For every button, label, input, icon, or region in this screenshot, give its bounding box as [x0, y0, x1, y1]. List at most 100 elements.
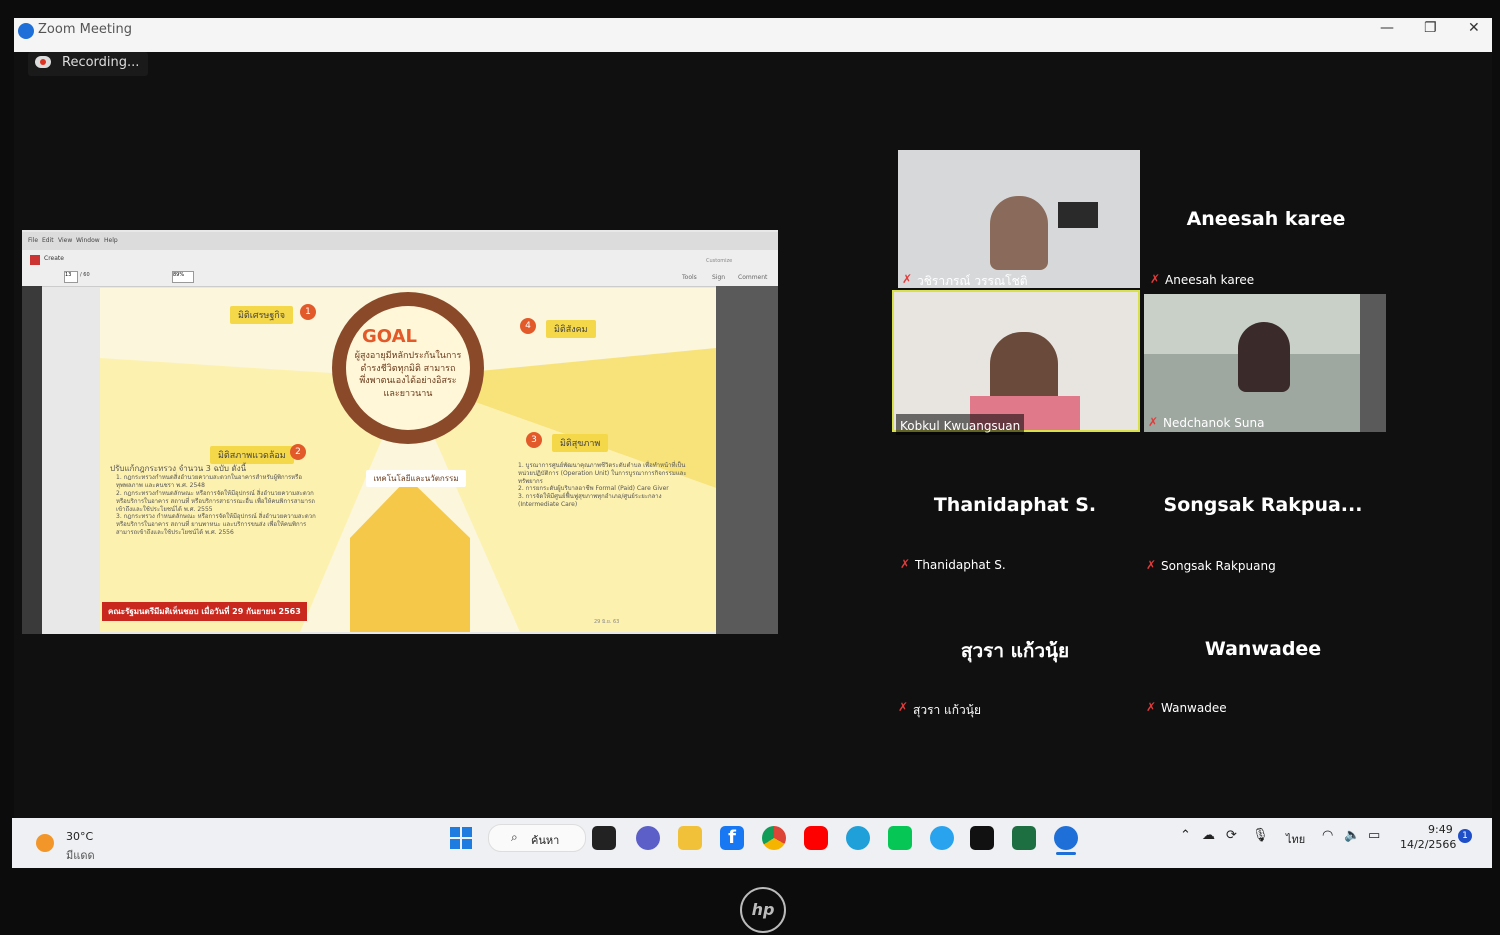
recording-label: Recording... — [62, 55, 140, 70]
window-title: Zoom Meeting — [38, 22, 133, 37]
pdf-toolbar: Create 13 / 60 89% Customize Tools Sign … — [22, 250, 778, 287]
menu-window[interactable]: Window — [76, 237, 100, 244]
webex-icon[interactable] — [970, 826, 994, 850]
mic-muted-icon: ✗ — [1146, 700, 1157, 714]
tab-comment[interactable]: Comment — [738, 274, 767, 281]
mic-muted-icon: ✗ — [898, 700, 909, 714]
hp-logo: hp — [740, 887, 786, 933]
edge-icon[interactable] — [846, 826, 870, 850]
language-indicator[interactable]: ไทย — [1286, 830, 1305, 848]
start-icon[interactable] — [450, 827, 472, 849]
environment-item: 3. กฎกระทรวง กำหนดลักษณะ หรือการจัดให้มี… — [116, 513, 316, 536]
volume-icon[interactable]: 🔈 — [1344, 828, 1360, 843]
zoom-level[interactable]: 89% — [172, 271, 194, 283]
participant-name: Songsak Rakpuang — [1161, 559, 1276, 573]
close-button[interactable]: ✕ — [1468, 20, 1480, 36]
mic-muted-icon: ✗ — [1150, 272, 1161, 286]
chevron-up-icon[interactable]: ⌃ — [1180, 828, 1191, 843]
weather-sun-icon[interactable] — [36, 834, 54, 852]
onedrive-icon[interactable]: ☁ — [1202, 828, 1215, 843]
customize-button[interactable]: Customize — [706, 258, 732, 264]
youtube-icon[interactable] — [804, 826, 828, 850]
tab-sign[interactable]: Sign — [712, 274, 725, 281]
teams-icon[interactable] — [636, 826, 660, 850]
task-view-icon[interactable] — [592, 826, 616, 850]
participant-name: Kobkul Kwuangsuan — [900, 419, 1021, 433]
environment-list: ปรับแก้กฎกระทรวง จำนวน 3 ฉบับ ดังนี้ 1. … — [110, 464, 318, 537]
clock-time[interactable]: 9:49 — [1428, 823, 1453, 836]
title-bar — [14, 18, 1492, 52]
weather-description: มีแดด — [66, 849, 95, 862]
presentation-slide: GOAL ผู้สูงอายุมีหลักประกันในการดำรงชีวิ… — [100, 288, 716, 632]
participant-display-name: Wanwadee — [1204, 638, 1322, 660]
menu-help[interactable]: Help — [104, 237, 118, 244]
clock-date[interactable]: 14/2/2566 — [1400, 838, 1456, 851]
room-screen — [1058, 202, 1098, 228]
pdf-left-panel — [22, 286, 42, 634]
health-item: 3. การจัดให้มีศูนย์ฟื้นฟูสุขภาพทุกอำเภอ/… — [518, 493, 662, 508]
participant-display-name: Songsak Rakpua... — [1163, 494, 1363, 516]
battery-icon[interactable]: ▭ — [1368, 828, 1380, 843]
section-economy-number: 1 — [300, 304, 316, 320]
bookshelf — [1360, 294, 1386, 432]
file-explorer-icon[interactable] — [678, 826, 702, 850]
participant-name: Wanwadee — [1161, 701, 1227, 715]
active-speaker-tile[interactable] — [892, 290, 1140, 432]
participant-name-label: Kobkul Kwuangsuan — [896, 414, 1025, 435]
participant-tile[interactable] — [898, 150, 1140, 288]
notification-badge[interactable]: 1 — [1458, 829, 1472, 843]
line-icon[interactable] — [888, 826, 912, 850]
maximize-button[interactable]: ❐ — [1424, 20, 1437, 36]
participant-display-name: Thanidaphat S. — [933, 494, 1097, 516]
pdf-right-panel — [716, 286, 778, 634]
participant-display-name: Aneesah karee — [1186, 208, 1346, 230]
menu-view[interactable]: View — [58, 237, 72, 244]
menu-file[interactable]: File — [28, 237, 38, 244]
tab-tools[interactable]: Tools — [682, 274, 697, 281]
zoom-taskbar-icon[interactable] — [1054, 826, 1078, 850]
participant-name: Aneesah karee — [1165, 273, 1255, 287]
microphone-icon[interactable]: 🎙 — [1252, 828, 1269, 843]
page-total: / 60 — [80, 272, 90, 278]
section-environment-title: มิติสภาพแวดล้อม — [210, 446, 294, 464]
participant-display-name: สุวรา แก้วนุ้ย — [960, 640, 1070, 662]
chrome-icon[interactable] — [762, 826, 786, 850]
section-social-title: มิติสังคม — [546, 320, 596, 338]
goal-text: ผู้สูงอายุมีหลักประกันในการดำรงชีวิตทุกม… — [354, 351, 462, 399]
page-current[interactable]: 13 — [64, 271, 78, 283]
participant-avatar — [1238, 322, 1290, 392]
zalo-icon[interactable] — [930, 826, 954, 850]
active-app-indicator — [1056, 852, 1076, 855]
health-list: 1. บูรณาการศูนย์พัฒนาคุณภาพชีวิตระดับตำบ… — [518, 462, 688, 509]
weather-temperature[interactable]: 30°C — [66, 830, 93, 843]
search-box[interactable]: ⌕ ค้นหา — [488, 824, 586, 852]
environment-item: 1. กฎกระทรวงกำหนดสิ่งอำนวยความสะดวกในอาค… — [116, 474, 302, 490]
participant-tile[interactable] — [1144, 294, 1386, 432]
menu-edit[interactable]: Edit — [42, 237, 54, 244]
section-environment-number: 2 — [290, 444, 306, 460]
excel-icon[interactable] — [1012, 826, 1036, 850]
participant-name: Thanidaphat S. — [915, 558, 1006, 572]
mic-muted-icon: ✗ — [900, 557, 911, 571]
taskbar — [12, 818, 1492, 868]
mic-muted-icon: ✗ — [1148, 415, 1159, 429]
section-economy-title: มิติเศรษฐกิจ — [230, 306, 294, 324]
recording-icon — [35, 56, 51, 68]
participant-name: สุวรา แก้วนุ้ย — [913, 703, 982, 717]
mic-muted-icon: ✗ — [1146, 558, 1157, 572]
create-icon — [30, 255, 40, 265]
search-label: ค้นหา — [531, 834, 560, 847]
mic-muted-icon: ✗ — [902, 272, 913, 286]
sync-icon[interactable]: ⟳ — [1226, 828, 1237, 843]
section-social-number: 4 — [520, 318, 536, 334]
zoom-icon — [18, 23, 34, 39]
minimize-button[interactable]: — — [1380, 20, 1394, 36]
create-button[interactable]: Create — [44, 255, 64, 262]
health-item: 1. บูรณาการศูนย์พัฒนาคุณภาพชีวิตระดับตำบ… — [518, 462, 687, 485]
pdf-menu-bar: File Edit View Window Help — [22, 232, 778, 250]
environment-intro: ปรับแก้กฎกระทรวง จำนวน 3 ฉบับ ดังนี้ — [110, 464, 247, 473]
facebook-icon[interactable]: f — [720, 826, 744, 850]
wifi-icon[interactable]: ◠ — [1322, 828, 1333, 843]
goal-label: GOAL — [362, 326, 417, 347]
participant-name: วชิราภรณ์ วรรณโชติ — [917, 274, 1028, 288]
